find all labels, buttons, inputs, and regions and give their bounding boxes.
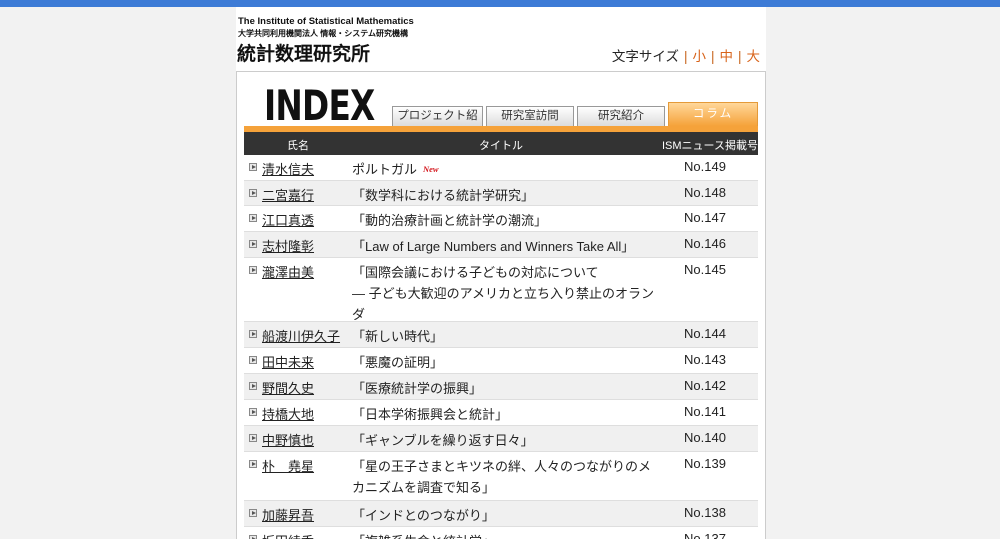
table-row: 二宮嘉行 「数学科における統計学研究」 No.148 [244, 181, 758, 206]
arrow-bullet-icon [249, 356, 257, 364]
table-row: 江口真透 「動的治療計画と統計学の潮流」 No.147 [244, 206, 758, 232]
issue-number: No.148 [684, 185, 726, 200]
author-link[interactable]: 加藤昇吾 [262, 505, 314, 524]
article-title: 「数学科における統計学研究」 [352, 188, 535, 203]
arrow-bullet-icon [249, 214, 257, 222]
issue-number: No.138 [684, 505, 726, 520]
author-link[interactable]: 志村隆彰 [262, 236, 314, 255]
tab-project-intro[interactable]: プロジェクト紹介 [392, 106, 483, 141]
table-row: 船渡川伊久子 「新しい時代」 No.144 [244, 322, 758, 348]
table-row: 中野慎也 「ギャンブルを繰り返す日々」 No.140 [244, 426, 758, 452]
top-accent-bar [0, 0, 1000, 7]
article-title: 「ギャンブルを繰り返す日々」 [352, 433, 534, 448]
article-title: ポルトガル New [352, 159, 657, 180]
column-header-issue: ISMニュース掲載号 [662, 140, 759, 152]
issue-number: No.142 [684, 378, 726, 393]
issue-number: No.144 [684, 326, 726, 341]
arrow-bullet-icon [249, 189, 257, 197]
index-heading: INDEX [264, 81, 375, 130]
table-row: 坂田綾香 「複雑系生命と統計学」 No.137 [244, 527, 758, 539]
article-title-text: ポルトガル [352, 162, 418, 177]
issue-number: No.143 [684, 352, 726, 367]
article-title: 「医療統計学の振興」 [352, 381, 483, 396]
author-link[interactable]: 船渡川伊久子 [262, 326, 340, 345]
table-row: 加藤昇吾 「インドとのつながり」 No.138 [244, 501, 758, 527]
author-link[interactable]: 中野慎也 [262, 430, 314, 449]
article-list: 清水信夫 ポルトガル New No.149 二宮嘉行 「数学科における統計学研究」… [244, 155, 758, 539]
divider: | [710, 49, 715, 64]
issue-number: No.141 [684, 404, 726, 419]
author-link[interactable]: 清水信夫 [262, 159, 314, 178]
arrow-bullet-icon [249, 266, 257, 274]
font-size-small-button[interactable]: 小 [692, 49, 706, 64]
author-link[interactable]: 二宮嘉行 [262, 185, 314, 204]
author-link[interactable]: 野間久史 [262, 378, 314, 397]
logo-english[interactable]: The Institute of Statistical Mathematics [238, 16, 414, 27]
index-panel: INDEX プロジェクト紹介 研究室訪問 研究紹介 コラム 氏名 タイトル IS… [236, 71, 766, 539]
author-link[interactable]: 坂田綾香 [262, 531, 314, 539]
table-header: 氏名 タイトル ISMニュース掲載号 [244, 132, 758, 155]
tab-column[interactable]: コラム [668, 102, 758, 126]
article-title: 「日本学術振興会と統計」 [352, 407, 509, 422]
font-size-medium-button[interactable]: 中 [719, 49, 733, 64]
arrow-bullet-icon [249, 535, 257, 539]
table-row: 田中未来 「悪魔の証明」 No.143 [244, 348, 758, 374]
article-title: 「星の王子さまとキツネの絆、人々のつながりのメカニズムを調査で知る」 [352, 459, 652, 495]
issue-number: No.147 [684, 210, 726, 225]
divider: | [683, 49, 688, 64]
table-row: 清水信夫 ポルトガル New No.149 [244, 155, 758, 181]
article-title: 「複雑系生命と統計学」 [352, 531, 657, 539]
font-size-label: 文字サイズ [611, 49, 679, 64]
table-row: 志村隆彰 「Law of Large Numbers and Winners T… [244, 232, 758, 258]
table-row: 野間久史 「医療統計学の振興」 No.142 [244, 374, 758, 400]
tab-research-intro[interactable]: 研究紹介 [577, 106, 665, 126]
new-badge: New [423, 164, 439, 174]
site-header: The Institute of Statistical Mathematics… [236, 7, 766, 71]
author-link[interactable]: 田中未来 [262, 352, 314, 371]
arrow-bullet-icon [249, 408, 257, 416]
author-link[interactable]: 持橋大地 [262, 404, 314, 423]
article-title: 「インドとのつながり」 [352, 508, 495, 523]
font-size-large-button[interactable]: 大 [747, 49, 761, 64]
table-row: 瀧澤由美 「国際会議における子どもの対応について ― 子ども大歓迎のアメリカと立… [244, 258, 758, 343]
arrow-bullet-icon [249, 382, 257, 390]
article-title: 「動的治療計画と統計学の潮流」 [352, 213, 548, 228]
arrow-bullet-icon [249, 509, 257, 517]
author-link[interactable]: 瀧澤由美 [262, 262, 314, 281]
table-row: 持橋大地 「日本学術振興会と統計」 No.141 [244, 400, 758, 426]
article-title: 「Law of Large Numbers and Winners Take A… [352, 239, 635, 254]
arrow-bullet-icon [249, 460, 257, 468]
table-row: 朴 堯星 「星の王子さまとキツネの絆、人々のつながりのメカニズムを調査で知る」 … [244, 452, 758, 501]
issue-number: No.146 [684, 236, 726, 251]
issue-number: No.149 [684, 159, 726, 174]
arrow-bullet-icon [249, 163, 257, 171]
issue-number: No.137 [684, 531, 726, 539]
author-link[interactable]: 朴 堯星 [262, 456, 314, 475]
issue-number: No.139 [684, 456, 726, 471]
logo-japanese[interactable]: 統計数理研究所 [237, 39, 370, 66]
column-header-name: 氏名 [287, 140, 309, 152]
tab-lab-visit[interactable]: 研究室訪問 [486, 106, 574, 126]
article-title: 「悪魔の証明」 [352, 355, 444, 370]
issue-number: No.140 [684, 430, 726, 445]
arrow-bullet-icon [249, 330, 257, 338]
column-header-title: タイトル [479, 140, 523, 152]
arrow-bullet-icon [249, 240, 257, 248]
arrow-bullet-icon [249, 434, 257, 442]
article-title: 「新しい時代」 [352, 329, 444, 344]
font-size-switcher: 文字サイズ | 小 | 中 | 大 [612, 45, 760, 65]
divider: | [737, 49, 742, 64]
logo-subtitle: 大学共同利用機関法人 情報・システム研究機構 [238, 29, 408, 38]
issue-number: No.145 [684, 262, 726, 277]
author-link[interactable]: 江口真透 [262, 210, 314, 229]
